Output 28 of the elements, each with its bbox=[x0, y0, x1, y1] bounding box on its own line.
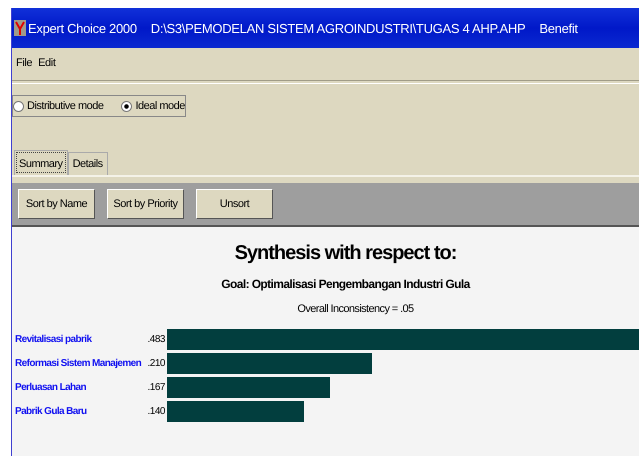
app-title: Expert Choice 2000 bbox=[28, 20, 137, 36]
file-path: D:\S3\PEMODELAN SISTEM AGROINDUSTRI\TUGAS 4 AHP.AHP bbox=[150, 20, 526, 36]
sort-button[interactable]: Sort by Priority bbox=[107, 189, 184, 219]
alternative-name[interactable]: Pabrik Gula Baru bbox=[12, 404, 145, 418]
synthesis-title: Synthesis with respect to: bbox=[234, 242, 458, 265]
priority-value: .140 bbox=[146, 404, 165, 418]
priority-value: .210 bbox=[146, 356, 165, 370]
inconsistency-text: Overall Inconsistency = .05 bbox=[296, 303, 415, 315]
alternative-name[interactable]: Reformasi Sistem Manajemen bbox=[12, 356, 145, 370]
sort-button[interactable]: Unsort bbox=[196, 189, 273, 219]
node-name: Benefit bbox=[539, 20, 578, 36]
tab[interactable]: Details bbox=[68, 152, 108, 175]
radio-button[interactable] bbox=[121, 100, 132, 112]
mode-radio[interactable]: Ideal mode bbox=[121, 100, 185, 112]
mode-radio[interactable]: Distributive mode bbox=[13, 100, 104, 112]
radio-label: Distributive mode bbox=[27, 100, 104, 112]
priority-value: .483 bbox=[146, 332, 165, 346]
alternative-name[interactable]: Perluasan Lahan bbox=[12, 380, 145, 394]
alternative-name[interactable]: Revitalisasi pabrik bbox=[12, 332, 145, 346]
goal-text: Goal: Optimalisasi Pengembangan Industri Gula bbox=[220, 277, 472, 291]
menu-item[interactable]: Edit bbox=[38, 57, 56, 69]
radio-button[interactable] bbox=[13, 100, 24, 112]
tab[interactable]: Summary bbox=[14, 150, 68, 175]
sort-button[interactable]: Sort by Name bbox=[18, 189, 95, 219]
radio-label: Ideal mode bbox=[135, 100, 185, 112]
app-icon bbox=[14, 20, 26, 36]
priority-value: .167 bbox=[146, 380, 165, 394]
menu-item[interactable]: File bbox=[16, 57, 32, 69]
